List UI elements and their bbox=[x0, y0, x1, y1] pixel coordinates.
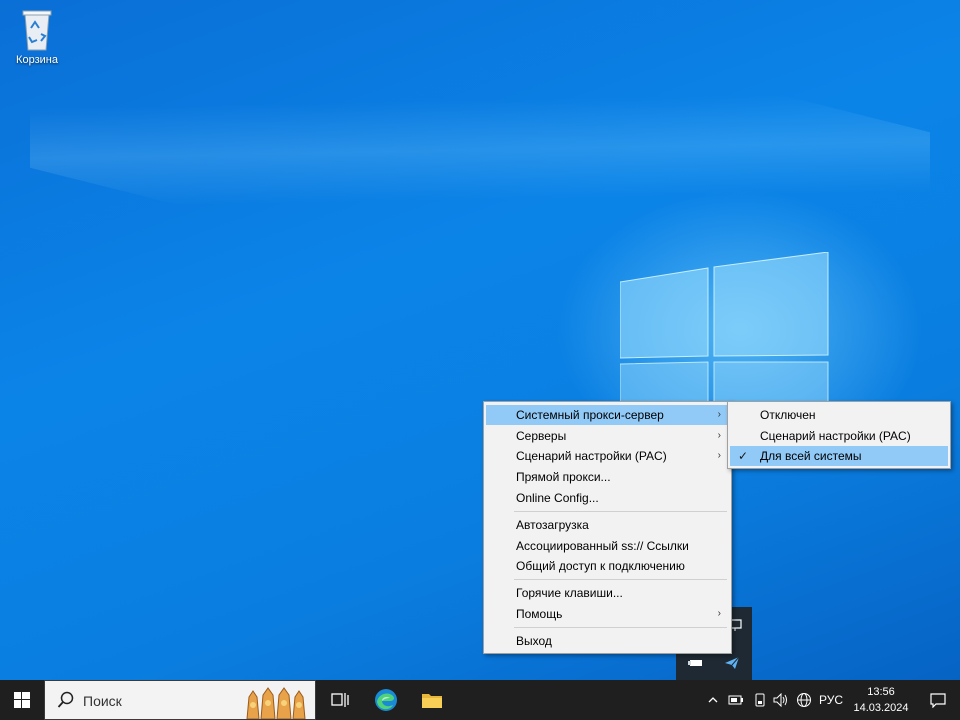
desktop: Корзина bbox=[0, 0, 960, 680]
taskbar: Поиск РУС 13:56 14.03.2024 bbox=[0, 680, 960, 720]
battery-tray-button[interactable] bbox=[726, 680, 746, 720]
chevron-right-icon: › bbox=[717, 450, 721, 461]
submenu-item-label: Сценарий настройки (PAC) bbox=[760, 429, 911, 443]
taskbar-search-box[interactable]: Поиск bbox=[44, 680, 316, 720]
submenu-item-label: Отключен bbox=[760, 408, 816, 422]
submenu-item-label: Для всей системы bbox=[760, 449, 862, 463]
recycle-bin-icon bbox=[22, 10, 52, 51]
system-proxy-submenu: Отключен Сценарий настройки (PAC) ✓ Для … bbox=[727, 401, 951, 469]
usb-tray-button[interactable] bbox=[750, 680, 770, 720]
submenu-item-pac[interactable]: Сценарий настройки (PAC) bbox=[730, 426, 948, 446]
desktop-icon-recycle-bin[interactable]: Корзина bbox=[8, 6, 66, 66]
file-explorer-taskbar-button[interactable] bbox=[408, 680, 456, 720]
task-view-button[interactable] bbox=[316, 680, 364, 720]
desktop-icon-label: Корзина bbox=[16, 54, 58, 66]
globe-network-icon bbox=[797, 693, 811, 707]
edge-browser-icon bbox=[375, 689, 397, 711]
search-icon bbox=[57, 691, 74, 708]
menu-item-pac-script[interactable]: Сценарий настройки (PAC) › bbox=[486, 446, 729, 466]
chevron-right-icon: › bbox=[717, 409, 721, 420]
shadowsocks-tray-icon[interactable] bbox=[724, 655, 740, 671]
menu-item-hotkeys[interactable]: Горячие клавиши... bbox=[486, 583, 729, 603]
taskbar-clock[interactable]: 13:56 14.03.2024 bbox=[846, 684, 916, 716]
menu-item-servers[interactable]: Серверы › bbox=[486, 426, 729, 446]
menu-item-help[interactable]: Помощь › bbox=[486, 604, 729, 624]
notification-icon bbox=[930, 693, 946, 708]
removable-drive-icon bbox=[755, 693, 765, 707]
submenu-item-global[interactable]: ✓ Для всей системы bbox=[730, 446, 948, 466]
menu-item-label: Сценарий настройки (PAC) bbox=[516, 449, 667, 463]
menu-item-label: Серверы bbox=[516, 429, 567, 443]
menu-item-system-proxy[interactable]: Системный прокси-сервер › bbox=[486, 405, 729, 425]
menu-item-share-connection[interactable]: Общий доступ к подключению bbox=[486, 556, 729, 576]
edge-taskbar-button[interactable] bbox=[362, 680, 410, 720]
checkmark-icon: ✓ bbox=[738, 449, 749, 463]
windows-logo-wallpaper bbox=[620, 252, 829, 412]
speaker-icon bbox=[773, 693, 787, 707]
action-center-button[interactable] bbox=[916, 680, 960, 720]
context-menu: Системный прокси-сервер › Серверы › Сцен… bbox=[483, 401, 732, 654]
windows-start-icon bbox=[14, 692, 30, 708]
menu-item-label: Ассоциированный ss:// Ссылки bbox=[516, 539, 689, 553]
menu-item-label: Помощь bbox=[516, 607, 563, 621]
task-view-icon bbox=[331, 693, 349, 707]
menu-separator bbox=[514, 579, 727, 580]
clock-date: 14.03.2024 bbox=[853, 702, 909, 714]
folder-icon bbox=[422, 694, 442, 708]
chevron-right-icon: › bbox=[717, 430, 721, 441]
show-hidden-icons-button[interactable] bbox=[706, 680, 720, 720]
chevron-up-icon bbox=[708, 697, 718, 703]
menu-item-label: Горячие клавиши... bbox=[516, 586, 623, 600]
menu-separator bbox=[514, 627, 727, 628]
menu-item-exit[interactable]: Выход bbox=[486, 631, 729, 651]
chevron-right-icon: › bbox=[717, 608, 721, 619]
search-placeholder: Поиск bbox=[83, 693, 122, 709]
menu-item-online-config[interactable]: Online Config... bbox=[486, 488, 729, 508]
menu-item-label: Автозагрузка bbox=[516, 518, 589, 532]
search-highlight-illustration bbox=[241, 683, 315, 719]
menu-item-forward-proxy[interactable]: Прямой прокси... bbox=[486, 467, 729, 487]
input-language-button[interactable]: РУС bbox=[816, 680, 846, 720]
menu-separator bbox=[514, 511, 727, 512]
start-button[interactable] bbox=[0, 680, 44, 720]
submenu-item-disabled[interactable]: Отключен bbox=[730, 405, 948, 425]
volume-tray-button[interactable] bbox=[771, 680, 791, 720]
menu-item-associate-ss-links[interactable]: Ассоциированный ss:// Ссылки bbox=[486, 536, 729, 556]
network-tray-button[interactable] bbox=[794, 680, 814, 720]
menu-item-label: Системный прокси-сервер bbox=[516, 408, 664, 422]
menu-item-autostart[interactable]: Автозагрузка bbox=[486, 515, 729, 535]
menu-item-label: Выход bbox=[516, 634, 552, 648]
clock-time: 13:56 bbox=[867, 686, 895, 698]
battery-icon bbox=[728, 695, 743, 705]
usb-drive-icon[interactable] bbox=[688, 657, 704, 669]
menu-item-label: Online Config... bbox=[516, 491, 599, 505]
menu-item-label: Прямой прокси... bbox=[516, 470, 611, 484]
menu-item-label: Общий доступ к подключению bbox=[516, 559, 685, 573]
